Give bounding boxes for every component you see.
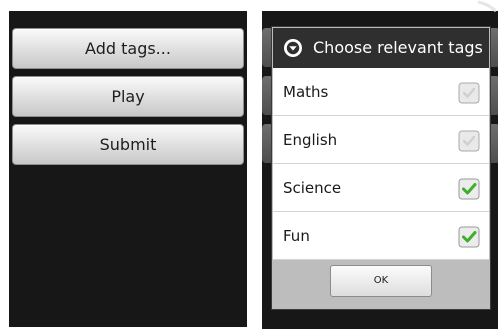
tag-item-fun[interactable]: Fun [273, 212, 489, 260]
tag-label: Maths [283, 83, 329, 101]
dialog-footer: OK [273, 260, 489, 308]
main-screen: Add tags... Play Submit [9, 11, 247, 327]
tag-list: Maths English Science Fun [273, 68, 489, 260]
checked-checkbox-icon[interactable] [458, 178, 480, 200]
unchecked-checkbox-icon[interactable] [458, 82, 480, 104]
play-button[interactable]: Play [12, 76, 244, 117]
tag-label: English [283, 131, 338, 149]
tags-dialog: Choose relevant tags Maths English Scien… [272, 27, 490, 309]
add-tags-button[interactable]: Add tags... [12, 28, 244, 69]
tag-item-science[interactable]: Science [273, 164, 489, 212]
dialog-screen: Choose relevant tags Maths English Scien… [262, 11, 498, 329]
unchecked-checkbox-icon[interactable] [458, 130, 480, 152]
tag-item-maths[interactable]: Maths [273, 68, 489, 116]
dialog-title-bar: Choose relevant tags [273, 28, 489, 68]
ok-button[interactable]: OK [330, 265, 432, 297]
dialog-title: Choose relevant tags [313, 38, 483, 57]
watermark-curve [477, 0, 497, 12]
tag-item-english[interactable]: English [273, 116, 489, 164]
checked-checkbox-icon[interactable] [458, 226, 480, 248]
chevron-down-circle-icon [284, 39, 302, 57]
tag-label: Science [283, 179, 342, 197]
tag-label: Fun [283, 227, 310, 245]
submit-button[interactable]: Submit [12, 124, 244, 165]
